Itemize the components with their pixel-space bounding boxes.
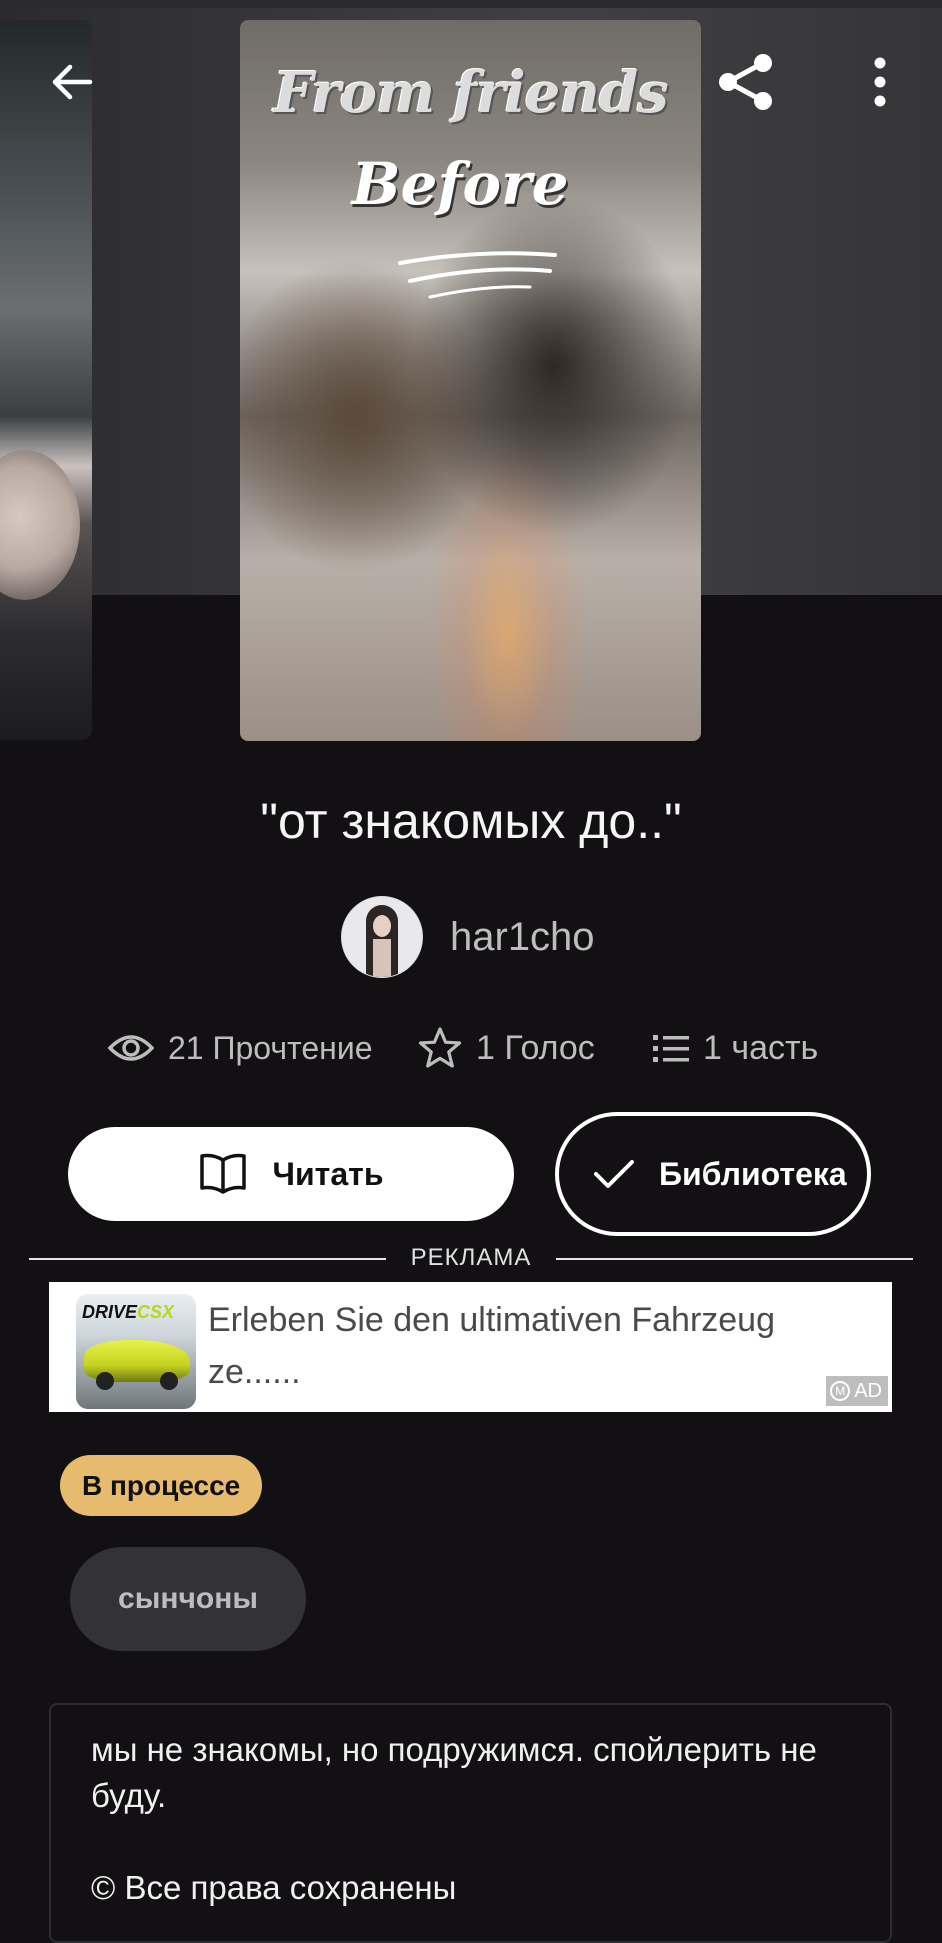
read-button-label: Читать bbox=[272, 1155, 384, 1192]
ad-thumbnail[interactable]: DRIVECSX bbox=[76, 1294, 196, 1409]
author-link[interactable]: har1cho bbox=[341, 896, 595, 978]
ad-text[interactable]: Erleben Sie den ultimativen Fahrzeug ze.… bbox=[208, 1294, 848, 1398]
ad-banner[interactable]: DRIVECSX Erleben Sie den ultimativen Fah… bbox=[49, 1282, 892, 1412]
ad-badge-label: AD bbox=[854, 1379, 882, 1402]
previous-story-cover[interactable] bbox=[0, 20, 92, 740]
car-wheel bbox=[160, 1372, 178, 1390]
book-open-icon bbox=[199, 1153, 246, 1194]
ad-divider-left bbox=[29, 1258, 386, 1260]
share-icon bbox=[719, 54, 772, 110]
cover-title-line1: From friends bbox=[273, 60, 668, 126]
ad-brand: DRIVECSX bbox=[82, 1302, 174, 1323]
cover-swoosh-decoration bbox=[398, 251, 557, 299]
star-icon bbox=[418, 1027, 462, 1068]
reads-count: 21 Прочтение bbox=[168, 1029, 373, 1066]
read-button[interactable]: Читать bbox=[68, 1127, 514, 1221]
reads-stat: 21 Прочтение bbox=[108, 1018, 372, 1078]
ad-choices-icon: M bbox=[830, 1381, 851, 1401]
check-icon bbox=[594, 1160, 634, 1188]
copyright-text: © Все права сохранены bbox=[91, 1869, 457, 1906]
ad-divider-right bbox=[556, 1258, 913, 1260]
eye-icon bbox=[108, 1035, 154, 1061]
author-name[interactable]: har1cho bbox=[450, 915, 595, 960]
avatar[interactable] bbox=[341, 896, 423, 978]
cover-figure bbox=[0, 450, 80, 600]
more-options-button[interactable] bbox=[854, 42, 906, 122]
ad-label: РЕКЛАМА bbox=[410, 1244, 532, 1271]
story-title: "от знакомых до.." bbox=[260, 793, 682, 849]
votes-stat: 1 Голос bbox=[418, 1018, 595, 1078]
ad-badge[interactable]: M AD bbox=[826, 1376, 888, 1406]
car-wheel bbox=[96, 1372, 114, 1390]
ad-brand-prefix: DRIVE bbox=[82, 1302, 138, 1322]
tag-chip[interactable]: сынчоны bbox=[70, 1547, 306, 1651]
arrow-left-icon bbox=[52, 64, 93, 100]
avatar-face bbox=[373, 915, 391, 937]
top-strip bbox=[0, 0, 942, 8]
back-button[interactable] bbox=[34, 44, 110, 120]
avatar-body bbox=[373, 939, 391, 977]
votes-count: 1 Голос bbox=[476, 1028, 595, 1067]
parts-count: 1 часть bbox=[703, 1028, 819, 1067]
share-button[interactable] bbox=[706, 42, 786, 122]
story-cover: From friends Before bbox=[240, 20, 701, 741]
list-icon bbox=[653, 1035, 689, 1062]
more-vertical-icon bbox=[874, 57, 886, 107]
story-stats: 21 Прочтение 1 Голос 1 часть bbox=[0, 1018, 942, 1078]
story-description: мы не знакомы, но подружимся. спойлерить… bbox=[49, 1703, 892, 1943]
library-button-label: Библиотека bbox=[659, 1156, 847, 1192]
library-button[interactable]: Библиотека bbox=[555, 1112, 871, 1236]
description-text: мы не знакомы, но подружимся. спойлерить… bbox=[91, 1731, 817, 1814]
cover-title-line2: Before bbox=[351, 150, 569, 218]
ad-brand-suffix: CSX bbox=[137, 1302, 175, 1322]
parts-stat: 1 часть bbox=[653, 1018, 818, 1078]
status-badge: В процессе bbox=[60, 1455, 263, 1516]
